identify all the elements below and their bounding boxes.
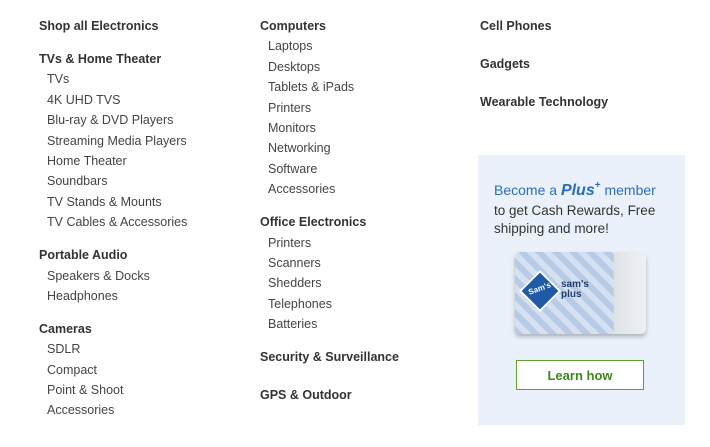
nav-link-bluray-dvd[interactable]: Blu-ray & DVD Players	[47, 112, 249, 128]
nav-link-office-printers[interactable]: Printers	[268, 235, 470, 251]
nav-group-shop-all: Shop all Electronics	[39, 18, 249, 34]
category-heading-cell-phones[interactable]: Cell Phones	[480, 18, 690, 34]
nav-link-camera-accessories[interactable]: Accessories	[47, 402, 249, 418]
nav-group-tvs-home-theater: TVs & Home Theater TVs 4K UHD TVS Blu-ra…	[39, 51, 249, 230]
nav-link-shredders[interactable]: Shedders	[268, 275, 470, 291]
nav-link-monitors[interactable]: Monitors	[268, 120, 470, 136]
category-heading-portable-audio[interactable]: Portable Audio	[39, 247, 249, 263]
membership-card-image: Sam's sam's plus	[515, 252, 646, 334]
nav-link-tvs[interactable]: TVs	[47, 71, 249, 87]
category-heading-office-electronics[interactable]: Office Electronics	[260, 214, 470, 230]
nav-link-headphones[interactable]: Headphones	[47, 288, 249, 304]
card-brand: sam's plus	[561, 279, 589, 300]
nav-link-networking[interactable]: Networking	[268, 140, 470, 156]
nav-link-sdlr[interactable]: SDLR	[47, 341, 249, 357]
nav-link-scanners[interactable]: Scanners	[268, 255, 470, 271]
nav-column-3: Cell Phones Gadgets Wearable Technology	[480, 18, 690, 132]
nav-link-home-theater[interactable]: Home Theater	[47, 153, 249, 169]
nav-link-point-shoot[interactable]: Point & Shoot	[47, 382, 249, 398]
nav-link-computer-accessories[interactable]: Accessories	[268, 181, 470, 197]
nav-link-compact[interactable]: Compact	[47, 362, 249, 378]
nav-link-software[interactable]: Software	[268, 161, 470, 177]
nav-link-speakers-docks[interactable]: Speakers & Docks	[47, 268, 249, 284]
nav-link-desktops[interactable]: Desktops	[268, 59, 470, 75]
category-heading-gps-outdoor[interactable]: GPS & Outdoor	[260, 387, 470, 403]
promo-member: member	[604, 182, 656, 198]
nav-column-1: Shop all Electronics TVs & Home Theater …	[39, 18, 249, 435]
nav-link-printers[interactable]: Printers	[268, 100, 470, 116]
nav-link-streaming-media[interactable]: Streaming Media Players	[47, 133, 249, 149]
promo-title: Become a Plus+ member	[494, 180, 656, 200]
nav-group-cameras: Cameras SDLR Compact Point & Shoot Acces…	[39, 321, 249, 419]
nav-group-security: Security & Surveillance	[260, 349, 470, 365]
category-heading-computers[interactable]: Computers	[260, 18, 470, 34]
nav-link-laptops[interactable]: Laptops	[268, 38, 470, 54]
promo-description: to get Cash Rewards, Free shipping and m…	[494, 203, 656, 236]
nav-column-2: Computers Laptops Desktops Tablets & iPa…	[260, 18, 470, 425]
category-heading-wearable-technology[interactable]: Wearable Technology	[480, 94, 690, 110]
category-heading-gadgets[interactable]: Gadgets	[480, 56, 690, 72]
nav-group-gps: GPS & Outdoor	[260, 387, 470, 403]
nav-link-tablets-ipads[interactable]: Tablets & iPads	[268, 79, 470, 95]
nav-link-tv-stands-mounts[interactable]: TV Stands & Mounts	[47, 194, 249, 210]
plus-membership-promo: Become a Plus+ member to get Cash Reward…	[478, 155, 685, 425]
category-heading-cameras[interactable]: Cameras	[39, 321, 249, 337]
nav-group-gadgets: Gadgets	[480, 56, 690, 72]
nav-group-cell-phones: Cell Phones	[480, 18, 690, 34]
promo-become-a: Become a	[494, 182, 558, 198]
nav-link-soundbars[interactable]: Soundbars	[47, 173, 249, 189]
nav-link-tv-cables-accessories[interactable]: TV Cables & Accessories	[47, 214, 249, 230]
nav-link-4k-uhd-tvs[interactable]: 4K UHD TVS	[47, 92, 249, 108]
nav-link-batteries[interactable]: Batteries	[268, 316, 470, 332]
learn-how-button[interactable]: Learn how	[516, 360, 644, 390]
nav-group-wearable: Wearable Technology	[480, 94, 690, 110]
category-heading-security-surveillance[interactable]: Security & Surveillance	[260, 349, 470, 365]
category-heading-tvs-home-theater[interactable]: TVs & Home Theater	[39, 51, 249, 67]
nav-link-telephones[interactable]: Telephones	[268, 296, 470, 312]
nav-group-portable-audio: Portable Audio Speakers & Docks Headphon…	[39, 247, 249, 304]
nav-group-office-electronics: Office Electronics Printers Scanners She…	[260, 214, 470, 332]
promo-plus-wordmark: Plus+	[560, 180, 601, 199]
nav-group-computers: Computers Laptops Desktops Tablets & iPa…	[260, 18, 470, 197]
shop-all-electronics-link[interactable]: Shop all Electronics	[39, 18, 249, 34]
